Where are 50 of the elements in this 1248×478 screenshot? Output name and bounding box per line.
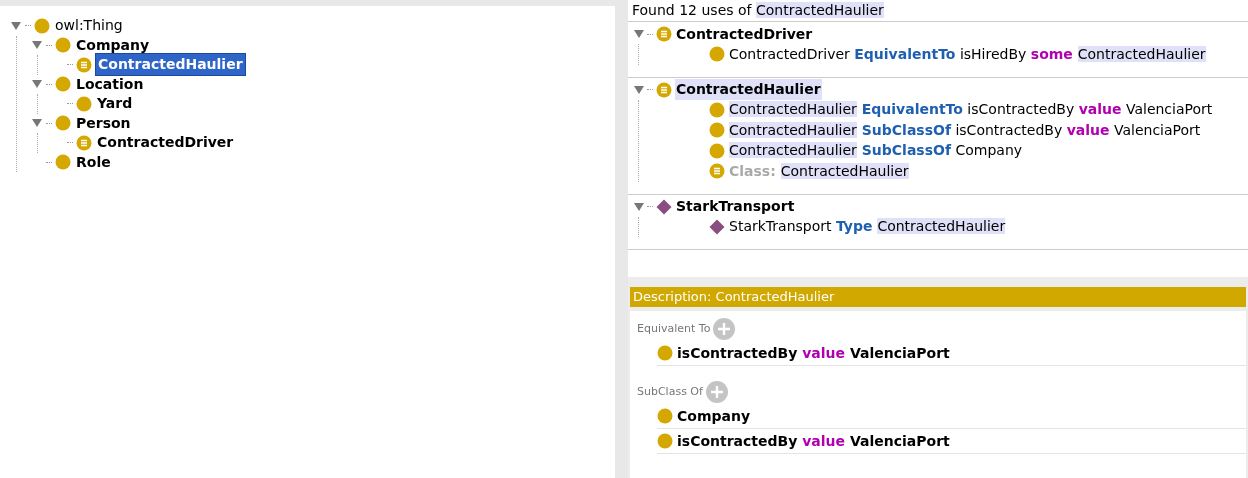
expand-triangle-icon[interactable]	[32, 79, 42, 90]
expand-triangle-icon[interactable]	[32, 118, 42, 129]
class-circle-icon	[709, 122, 725, 139]
class-circle-icon	[55, 37, 71, 54]
defined-class-icon	[656, 26, 672, 42]
defined-class-icon	[709, 163, 725, 180]
diamond-icon	[656, 198, 672, 215]
defined-class-icon	[76, 134, 92, 151]
class-circle-icon	[657, 408, 673, 424]
usage-axiom: StarkTransport Type ContractedHaulier	[729, 217, 1006, 237]
defined-class-icon	[656, 81, 672, 98]
class-circle-icon	[657, 345, 673, 361]
description-axiom: isContractedBy value ValenciaPort	[677, 431, 950, 451]
expand-triangle-icon[interactable]	[32, 40, 42, 51]
class-tree-item[interactable]: owl:Thing	[53, 15, 125, 37]
diamond-icon	[709, 218, 725, 235]
class-circle-icon	[55, 76, 71, 93]
expand-triangle-icon[interactable]	[634, 201, 644, 212]
usage-axiom: ContractedHaulier SubClassOf isContractedBy value ValenciaPort	[729, 120, 1201, 140]
class-circle-icon	[76, 95, 92, 112]
usage-group-title[interactable]: ContractedDriver	[675, 23, 814, 45]
usage-group-title[interactable]: ContractedHaulier	[675, 79, 822, 100]
class-tree-item[interactable]: Company	[74, 34, 152, 56]
usage-axiom: ContractedHaulier SubClassOf Company	[729, 141, 1023, 161]
class-circle-icon	[657, 433, 673, 449]
usage-axiom: ContractedHaulier EquivalentTo isContractedBy value ValenciaPort	[729, 100, 1213, 120]
usage-axiom: Class: ContractedHaulier	[729, 161, 909, 181]
expand-triangle-icon[interactable]	[11, 20, 21, 31]
class-tree-item[interactable]: ContractedHaulier	[95, 53, 246, 77]
class-circle-icon	[55, 154, 71, 171]
description-axiom: Company	[677, 406, 751, 426]
expand-triangle-icon[interactable]	[634, 84, 644, 95]
section-label: SubClass Of	[637, 383, 703, 400]
class-circle-icon	[709, 101, 725, 118]
class-circle-icon	[34, 17, 50, 34]
description-header: Description: ContractedHaulier	[630, 287, 1246, 307]
class-tree-item[interactable]: Role	[74, 151, 113, 173]
section-label: Equivalent To	[637, 320, 711, 337]
class-tree-item[interactable]: Yard	[95, 93, 135, 115]
usage-summary: Found 12 uses of ContractedHaulier	[632, 1, 884, 20]
class-circle-icon	[709, 142, 725, 159]
expand-triangle-icon[interactable]	[634, 29, 644, 39]
class-circle-icon	[55, 115, 71, 132]
class-circle-icon	[709, 46, 725, 63]
class-tree-item[interactable]: ContractedDriver	[95, 132, 236, 154]
usage-group-title[interactable]: StarkTransport	[675, 196, 796, 217]
class-tree-item[interactable]: Person	[74, 112, 133, 134]
defined-class-icon	[76, 56, 92, 73]
usage-axiom: ContractedDriver EquivalentTo isHiredBy some ContractedHaulier	[729, 44, 1206, 64]
description-axiom: isContractedBy value ValenciaPort	[677, 343, 950, 363]
